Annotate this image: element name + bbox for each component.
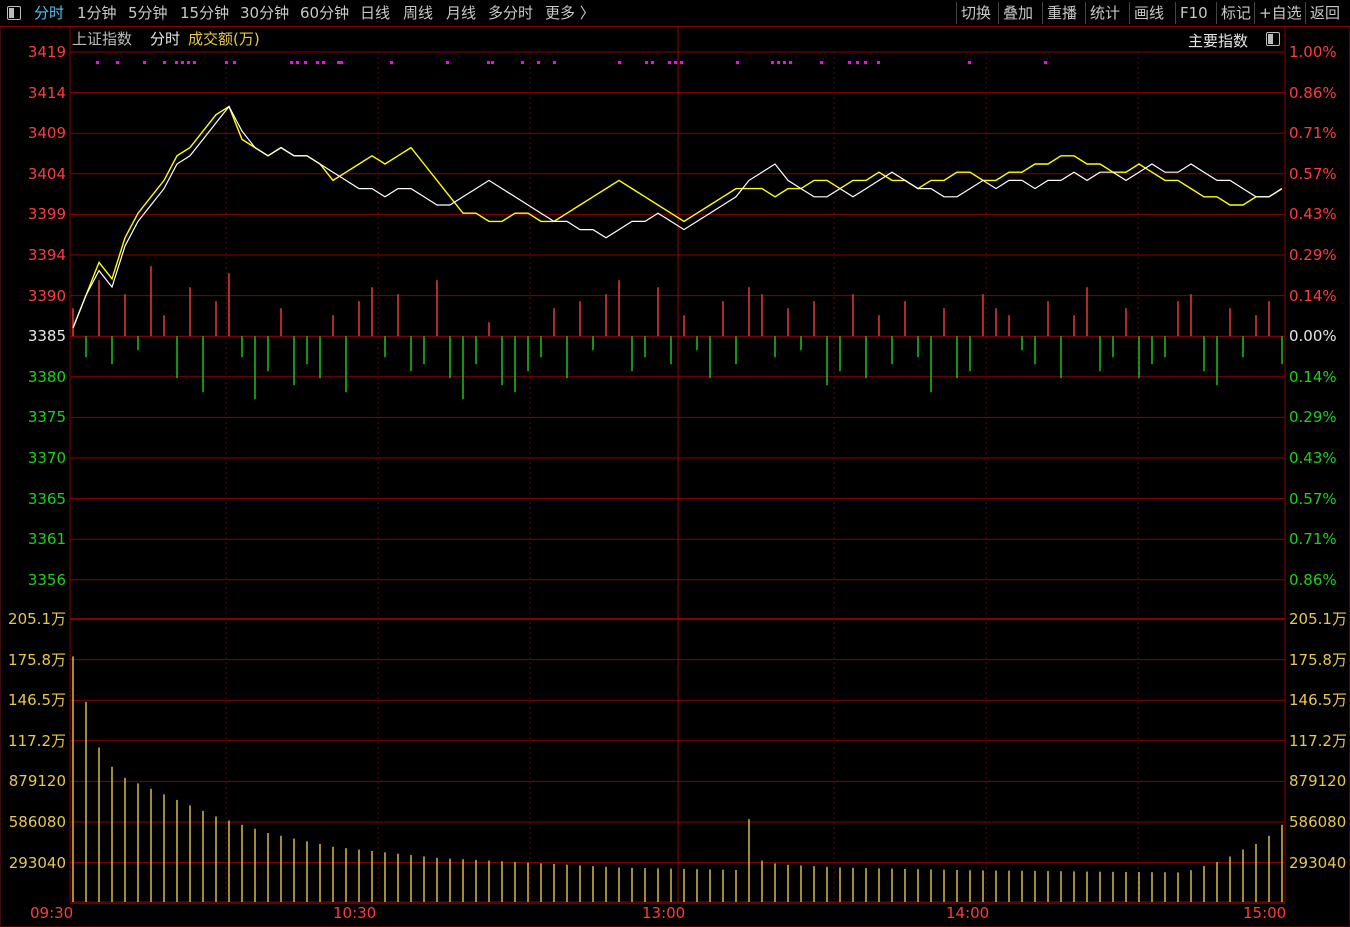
volume-tick-label-right: 293040 [1289,853,1347,872]
signal-marker [674,61,677,64]
time-tick-label: 14:00 [946,904,990,922]
volume-tick-label: 146.5万 [8,691,66,710]
signal-marker [771,61,774,64]
price-tick-label: 3390 [27,286,66,305]
signal-marker [181,61,184,64]
price-tick-label: 3356 [27,570,66,589]
volume-tick-label-right: 586080 [1289,813,1347,831]
time-tick-label: 10:30 [333,904,377,922]
volume-tick-label-right: 117.2万 [1289,731,1347,750]
price-tick-label: 3385 [27,327,66,346]
signal-marker [390,61,393,64]
percent-tick-label: 0.00% [1289,327,1337,346]
time-tick-label: 13:00 [642,904,686,922]
signal-marker [225,61,228,64]
price-tick-label: 3380 [27,367,66,386]
percent-tick-label: 0.86% [1289,83,1337,102]
signal-marker [193,61,196,64]
signal-marker [736,61,739,64]
signal-marker [618,61,621,64]
signal-marker [668,61,671,64]
signal-marker [322,61,325,64]
signal-marker [1044,61,1047,64]
signal-marker [680,61,683,64]
volume-tick-label: 175.8万 [8,650,66,669]
price-tick-label: 3375 [27,408,66,427]
percent-tick-label: 0.14% [1289,367,1337,386]
percent-tick-label: 0.71% [1289,124,1337,143]
signal-marker [521,61,524,64]
time-tick-label: 15:00 [1243,904,1287,922]
price-tick-label: 3404 [27,164,66,183]
signal-marker [968,61,971,64]
volume-tick-label: 586080 [8,813,66,831]
signal-marker [143,61,146,64]
signal-marker [848,61,851,64]
signal-marker [651,61,654,64]
signal-marker [877,61,880,64]
price-tick-label: 3409 [27,124,66,143]
price-tick-label: 3414 [27,83,66,102]
volume-tick-label: 117.2万 [8,731,66,750]
price-tick-label: 3394 [27,246,66,264]
volume-tick-label: 205.1万 [8,610,66,628]
signal-marker [446,61,449,64]
signal-marker [290,61,293,64]
signal-marker [537,61,540,64]
percent-tick-label: 0.57% [1289,164,1337,183]
volume-tick-label: 879120 [8,772,66,791]
price-tick-label: 3399 [27,205,66,224]
signal-marker [316,61,319,64]
signal-marker [233,61,236,64]
percent-tick-label: 0.57% [1289,489,1337,508]
percent-tick-label: 1.00% [1289,43,1337,61]
signal-marker [820,61,823,64]
signal-marker [487,61,490,64]
signal-marker [116,61,119,64]
volume-tick-label-right: 205.1万 [1289,610,1347,628]
volume-tick-label-right: 146.5万 [1289,691,1347,710]
volume-tick-label-right: 879120 [1289,772,1347,791]
price-tick-label: 3365 [27,489,66,508]
signal-marker [553,61,556,64]
percent-tick-label: 0.43% [1289,449,1337,467]
signal-marker [187,61,190,64]
signal-marker [645,61,648,64]
time-tick-label: 09:30 [30,904,74,922]
price-tick-label: 3361 [27,530,66,549]
price-tick-label: 3370 [27,449,66,467]
percent-tick-label: 0.29% [1289,408,1337,427]
signal-marker [96,61,99,64]
percent-tick-label: 0.71% [1289,530,1337,549]
signal-marker [340,61,343,64]
volume-tick-label: 293040 [8,853,66,872]
signal-marker [864,61,867,64]
signal-marker [777,61,780,64]
signal-marker [304,61,307,64]
signal-marker [175,61,178,64]
signal-marker [789,61,792,64]
signal-marker [856,61,859,64]
signal-marker [337,61,340,64]
price-tick-label: 3419 [27,43,66,61]
intraday-chart [69,27,1286,904]
percent-tick-label: 0.43% [1289,205,1337,224]
volume-tick-label-right: 175.8万 [1289,650,1347,669]
signal-marker [296,61,299,64]
signal-marker [783,61,786,64]
percent-tick-label: 0.86% [1289,570,1337,589]
percent-tick-label: 0.14% [1289,286,1337,305]
percent-tick-label: 0.29% [1289,246,1337,264]
signal-marker [163,61,166,64]
signal-marker [491,61,494,64]
